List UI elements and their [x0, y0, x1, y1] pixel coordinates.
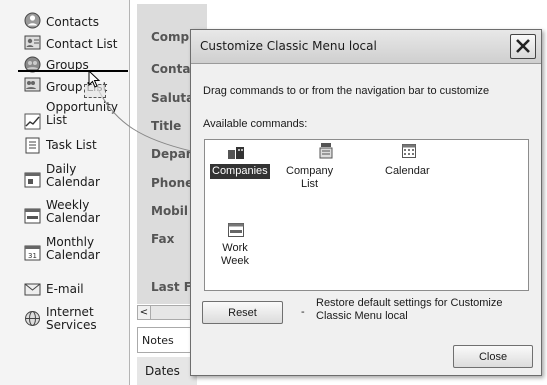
drop-insertion-line	[18, 70, 128, 72]
nav-item-label: Task List	[46, 138, 97, 152]
svg-text:31: 31	[28, 252, 37, 260]
group-list-icon	[24, 77, 41, 92]
nav-item-label: Internet Services	[46, 305, 97, 332]
field-label: Comp	[151, 30, 190, 44]
dash-separator: -	[301, 306, 305, 318]
daily-calendar-icon	[24, 172, 41, 188]
command-label: Companies	[210, 164, 270, 179]
restore-description: Restore default settings for Customize C…	[316, 297, 503, 322]
tab-notes[interactable]: Notes	[137, 327, 195, 353]
contact-list-icon	[24, 35, 41, 50]
command-label: Work Week	[221, 242, 249, 267]
internet-services-icon	[25, 311, 40, 326]
reset-button[interactable]: Reset	[202, 301, 283, 324]
nav-item-label: Contacts	[46, 15, 99, 29]
field-label: Phone	[151, 176, 194, 190]
dates-label: Dates	[137, 357, 197, 385]
company-list-icon	[319, 143, 333, 159]
drag-path-line	[96, 86, 192, 152]
email-icon	[24, 283, 41, 296]
nav-item-label: Monthly Calendar	[46, 235, 100, 262]
scroll-left-arrow[interactable]: <	[138, 306, 151, 319]
field-label: Mobil	[151, 204, 189, 218]
work-week-icon	[228, 223, 244, 237]
navigation-bar: Contacts Contact List Groups Group List …	[0, 0, 130, 385]
customize-menu-dialog: Customize Classic Menu local Drag comman…	[190, 29, 542, 376]
weekly-calendar-icon	[24, 208, 41, 224]
reset-label: Reset	[228, 307, 257, 319]
companies-icon	[228, 147, 244, 159]
command-label: Company List	[286, 165, 334, 190]
calendar-icon	[402, 144, 416, 158]
close-window-button[interactable]	[510, 34, 536, 59]
nav-item-label: Daily Calendar	[46, 162, 100, 189]
dialog-title: Customize Classic Menu local	[200, 39, 377, 53]
field-label: Conta	[151, 62, 191, 76]
nav-item-label: Weekly Calendar	[46, 198, 100, 225]
opportunity-chart-icon	[24, 113, 41, 130]
person-icon	[24, 12, 41, 29]
instruction-text: Drag commands to or from the navigation …	[203, 85, 490, 97]
close-label: Close	[478, 351, 508, 363]
nav-item-label: Contact List	[46, 37, 118, 51]
field-label: Last F	[151, 280, 192, 294]
command-label: Calendar	[385, 165, 430, 177]
close-icon	[516, 39, 530, 53]
nav-item-label: E-mail	[46, 282, 84, 296]
mouse-pointer-icon	[88, 70, 101, 88]
close-button[interactable]: Close	[453, 345, 533, 368]
task-list-icon	[25, 137, 40, 154]
monthly-calendar-icon: 31	[24, 245, 41, 261]
available-commands-label: Available commands:	[203, 118, 308, 130]
field-label: Fax	[151, 232, 175, 246]
available-commands-list[interactable]: Companies Company List Calendar Work Wee…	[204, 139, 529, 291]
dialog-titlebar[interactable]: Customize Classic Menu local	[191, 30, 541, 64]
